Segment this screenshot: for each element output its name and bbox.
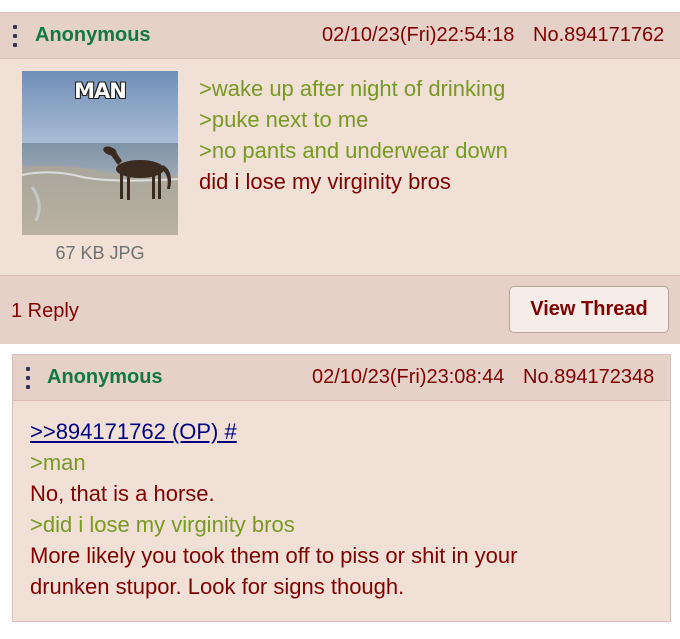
greentext-line: >wake up after night of drinking bbox=[199, 76, 506, 101]
reply-post-body: >>894171762 (OP) # >man No, that is a ho… bbox=[30, 416, 517, 602]
reply-post-header: Anonymous 02/10/23(Fri)23:08:44 No.89417… bbox=[13, 355, 670, 401]
poster-name: Anonymous bbox=[35, 24, 151, 46]
greentext-line: >man bbox=[30, 450, 86, 475]
post-number[interactable]: No.894172348 bbox=[523, 366, 654, 389]
greentext-line: >did i lose my virginity bros bbox=[30, 512, 295, 537]
post-number[interactable]: No.894171762 bbox=[533, 24, 664, 47]
view-thread-button[interactable]: View Thread bbox=[509, 286, 669, 333]
text-line: No, that is a horse. bbox=[30, 481, 215, 506]
menu-dots-icon[interactable] bbox=[12, 25, 18, 47]
greentext-line: >puke next to me bbox=[199, 107, 369, 132]
post-thumbnail[interactable]: MAN bbox=[22, 71, 178, 235]
reply-count[interactable]: 1 Reply bbox=[11, 300, 79, 323]
greentext-line: >no pants and underwear down bbox=[199, 138, 508, 163]
poster-name: Anonymous bbox=[47, 366, 163, 388]
text-line: drunken stupor. Look for signs though. bbox=[30, 574, 405, 599]
image-caption: MAN bbox=[74, 79, 127, 103]
file-info: 67 KB JPG bbox=[55, 243, 145, 263]
text-line: did i lose my virginity bros bbox=[199, 169, 451, 194]
post-datetime: 02/10/23(Fri)22:54:18 bbox=[322, 24, 515, 46]
menu-dots-icon[interactable] bbox=[25, 367, 31, 389]
text-line: More likely you took them off to piss or… bbox=[30, 543, 518, 568]
op-post: Anonymous 02/10/23(Fri)22:54:18 No.89417… bbox=[0, 12, 680, 344]
reply-post: Anonymous 02/10/23(Fri)23:08:44 No.89417… bbox=[12, 354, 671, 622]
op-post-header: Anonymous 02/10/23(Fri)22:54:18 No.89417… bbox=[0, 13, 680, 59]
quote-link[interactable]: >>894171762 (OP) # bbox=[30, 416, 517, 447]
op-post-footer: 1 Reply View Thread bbox=[0, 275, 680, 344]
post-datetime: 02/10/23(Fri)23:08:44 bbox=[312, 366, 505, 388]
op-post-body: >wake up after night of drinking >puke n… bbox=[199, 73, 508, 197]
